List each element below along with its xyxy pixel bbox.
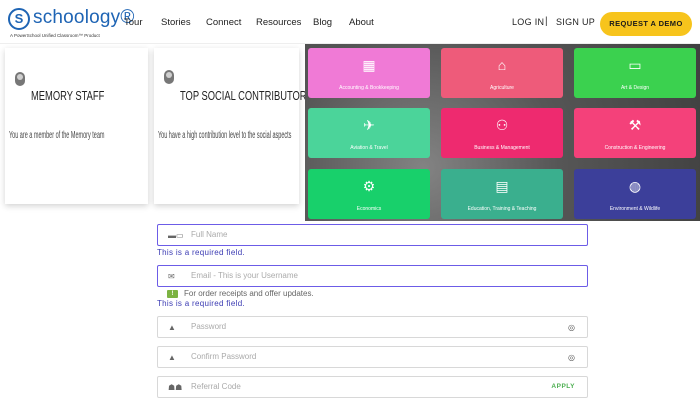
- badge-card-memory-staff: MEMORY STAFF You are a member of the Mem…: [5, 48, 148, 204]
- full-name-field[interactable]: ▬▭ Full Name: [157, 224, 588, 246]
- badge-icon: [15, 72, 25, 86]
- people-icon: ⚇: [495, 117, 509, 133]
- category-art-design[interactable]: ▭ Art & Design: [574, 48, 696, 98]
- confirm-password-field[interactable]: ▲ Confirm Password ◎: [157, 346, 588, 368]
- badge-title: MEMORY STAFF: [31, 88, 105, 103]
- confirm-password-placeholder: Confirm Password: [191, 352, 257, 361]
- badge-card-top-social-contributor: TOP SOCIAL CONTRIBUTOR You have a high c…: [154, 48, 307, 204]
- category-label: Education, Training & Teaching: [467, 206, 537, 212]
- nav-separator: |: [545, 16, 548, 27]
- lock-icon: ▲: [168, 323, 176, 332]
- logo-mark-icon: S: [8, 8, 30, 30]
- nav-blog[interactable]: Blog: [313, 17, 332, 28]
- full-name-placeholder: Full Name: [191, 230, 228, 239]
- hide-password-icon[interactable]: ◎: [568, 353, 575, 362]
- globe-icon: ◍: [628, 178, 642, 194]
- referral-code-field[interactable]: ☗☗ Referral Code APPLY: [157, 376, 588, 398]
- signup-link[interactable]: SIGN UP: [556, 17, 595, 27]
- email-placeholder: Email - This is your Username: [191, 271, 298, 280]
- badge-description: You have a high contribution level to th…: [158, 130, 292, 141]
- barn-icon: ⌂: [497, 57, 507, 73]
- email-field[interactable]: ✉ Email - This is your Username: [157, 265, 588, 287]
- category-label: Environment & Wildlife: [609, 206, 661, 212]
- category-education-training-teaching[interactable]: ▤ Education, Training & Teaching: [441, 169, 563, 219]
- category-aviation-travel[interactable]: ✈ Aviation & Travel: [308, 108, 430, 158]
- lock-icon: ▲: [168, 353, 176, 362]
- referral-placeholder: Referral Code: [191, 382, 241, 391]
- calculator-icon: ▦: [362, 57, 376, 73]
- category-label: Construction & Engineering: [604, 145, 666, 151]
- nav-stories[interactable]: Stories: [161, 17, 191, 28]
- full-name-error: This is a required field.: [157, 248, 245, 257]
- nav-connect[interactable]: Connect: [206, 17, 241, 28]
- nav-about[interactable]: About: [349, 17, 374, 28]
- category-construction-engineering[interactable]: ⚒ Construction & Engineering: [574, 108, 696, 158]
- monitor-icon: ▭: [628, 57, 642, 73]
- category-environment-wildlife[interactable]: ◍ Environment & Wildlife: [574, 169, 696, 219]
- badge-title: TOP SOCIAL CONTRIBUTOR: [180, 88, 307, 103]
- password-field[interactable]: ▲ Password ◎: [157, 316, 588, 338]
- tools-icon: ⚒: [628, 117, 642, 133]
- category-label: Business & Management: [474, 145, 530, 151]
- category-label: Economics: [356, 206, 382, 212]
- teacher-icon: ▤: [495, 178, 509, 194]
- badge-check-icon: [164, 70, 174, 84]
- category-business-management[interactable]: ⚇ Business & Management: [441, 108, 563, 158]
- info-icon: !: [167, 290, 178, 298]
- request-demo-button[interactable]: REQUEST A DEMO: [600, 12, 692, 36]
- category-label: Aviation & Travel: [350, 145, 388, 151]
- top-navigation-bar: S schoology® A PowerSchool Unified Class…: [0, 0, 700, 44]
- economy-icon: ⚙: [362, 178, 376, 194]
- id-card-icon: ▬▭: [168, 231, 184, 240]
- password-placeholder: Password: [191, 322, 227, 331]
- category-label: Art & Design: [620, 85, 650, 91]
- email-hint-text: For order receipts and offer updates.: [184, 289, 314, 298]
- category-economics[interactable]: ⚙ Economics: [308, 169, 430, 219]
- plane-icon: ✈: [363, 117, 375, 133]
- category-grid: ▦ Accounting & Bookkeeping ⌂ Agriculture…: [305, 44, 700, 221]
- group-icon: ☗☗: [168, 383, 183, 392]
- category-agriculture[interactable]: ⌂ Agriculture: [441, 48, 563, 98]
- envelope-icon: ✉: [168, 272, 175, 281]
- login-link[interactable]: LOG IN: [512, 17, 544, 27]
- nav-resources[interactable]: Resources: [256, 17, 301, 28]
- category-label: Agriculture: [490, 85, 514, 91]
- category-label: Accounting & Bookkeeping: [339, 85, 399, 91]
- badge-description: You are a member of the Memory team: [9, 130, 105, 141]
- category-accounting-bookkeeping[interactable]: ▦ Accounting & Bookkeeping: [308, 48, 430, 98]
- logo-tagline: A PowerSchool Unified Classroom™ Product: [10, 33, 100, 38]
- nav-tour[interactable]: Tour: [124, 17, 142, 28]
- hide-password-icon[interactable]: ◎: [568, 323, 575, 332]
- page: S schoology® A PowerSchool Unified Class…: [0, 0, 700, 400]
- email-error: This is a required field.: [157, 299, 245, 308]
- apply-button[interactable]: APPLY: [551, 383, 575, 390]
- logo-text: schoology®: [33, 7, 135, 28]
